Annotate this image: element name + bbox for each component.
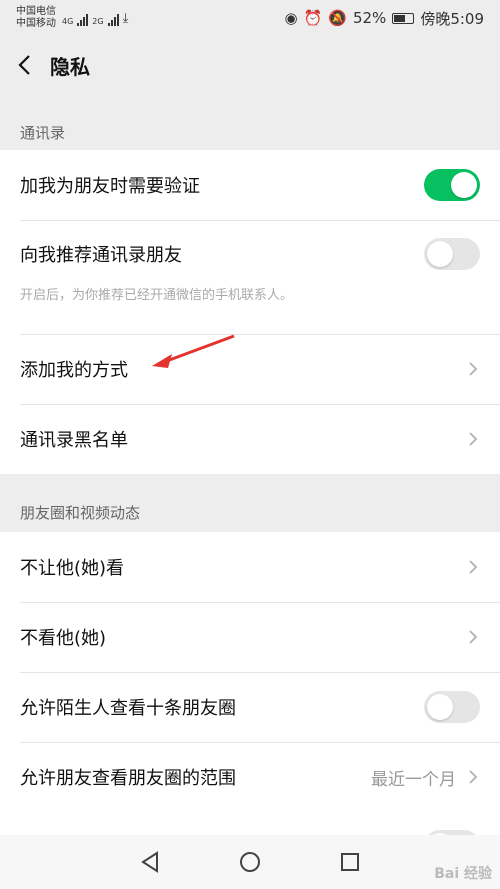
chevron-right-icon xyxy=(469,560,478,574)
moments-group: 不让他(她)看 不看他(她) 允许陌生人查看十条朋友圈 允许朋友查看朋友圈的范围… xyxy=(0,532,500,812)
recommend-row[interactable]: 向我推荐通讯录朋友 开启后，为你推荐已经开通微信的手机联系人。 xyxy=(0,220,500,334)
mute-icon: 🔕 xyxy=(328,9,347,27)
nav-home-icon[interactable] xyxy=(238,850,262,874)
stranger-ten-label: 允许陌生人查看十条朋友圈 xyxy=(20,698,236,719)
toggle-knob xyxy=(427,694,453,720)
status-left: 中国电信 中国移动 4G 2G ⤓ xyxy=(16,6,128,30)
system-nav-bar xyxy=(0,835,500,889)
nav-back-icon[interactable] xyxy=(138,850,162,874)
status-bar: 中国电信 中国移动 4G 2G ⤓ ◉ ⏰ 🔕 52% 傍晚5:09 xyxy=(0,0,500,36)
stranger-ten-row[interactable]: 允许陌生人查看十条朋友圈 xyxy=(0,672,500,742)
status-right: ◉ ⏰ 🔕 52% 傍晚5:09 xyxy=(285,8,485,29)
clock: 傍晚5:09 xyxy=(420,9,484,28)
signal-icon xyxy=(107,13,119,26)
nav-recents-icon[interactable] xyxy=(338,850,362,874)
chevron-right-icon xyxy=(469,432,478,446)
hide-from-label: 不让他(她)看 xyxy=(20,558,125,579)
blacklist-label: 通讯录黑名单 xyxy=(20,430,128,451)
hide-row[interactable]: 不看他(她) xyxy=(0,602,500,672)
contacts-group: 加我为朋友时需要验证 向我推荐通讯录朋友 开启后，为你推荐已经开通微信的手机联系… xyxy=(0,150,500,474)
annotation-arrow-icon xyxy=(152,334,235,368)
chevron-right-icon xyxy=(469,362,478,376)
back-button[interactable] xyxy=(0,36,48,94)
stranger-ten-toggle[interactable] xyxy=(424,691,480,723)
add-methods-row[interactable]: 添加我的方式 xyxy=(0,334,500,404)
alarm-icon: ⏰ xyxy=(303,9,323,27)
battery-icon xyxy=(392,12,415,24)
page-title: 隐私 xyxy=(50,54,90,79)
carrier-2: 中国移动 xyxy=(16,18,56,29)
verify-toggle[interactable] xyxy=(424,169,480,201)
range-label: 允许朋友查看朋友圈的范围 xyxy=(20,768,236,789)
download-icon: ⤓ xyxy=(122,10,129,26)
next-row-partial xyxy=(0,812,500,835)
verify-label: 加我为朋友时需要验证 xyxy=(20,176,200,197)
chevron-right-icon xyxy=(469,630,478,644)
title-bar: 隐私 xyxy=(0,36,500,94)
toggle-knob xyxy=(427,241,453,267)
battery-percent: 52% xyxy=(352,9,387,27)
network-1: 4G xyxy=(62,16,74,26)
recommend-toggle[interactable] xyxy=(424,238,480,270)
toggle-knob xyxy=(451,172,477,198)
eye-icon: ◉ xyxy=(284,9,298,27)
hide-from-row[interactable]: 不让他(她)看 xyxy=(0,532,500,602)
hide-label: 不看他(她) xyxy=(20,628,107,649)
range-value: 最近一个月 xyxy=(371,769,456,790)
recommend-label: 向我推荐通讯录朋友 xyxy=(20,245,182,266)
blacklist-row[interactable]: 通讯录黑名单 xyxy=(0,404,500,474)
chevron-right-icon xyxy=(469,770,478,784)
recommend-description: 开启后，为你推荐已经开通微信的手机联系人。 xyxy=(20,288,294,303)
signal-group: 4G 2G ⤓ xyxy=(62,11,128,26)
verify-row[interactable]: 加我为朋友时需要验证 xyxy=(0,150,500,220)
network-2: 2G xyxy=(92,16,104,26)
add-methods-label: 添加我的方式 xyxy=(20,360,128,381)
signal-icon xyxy=(77,13,89,26)
back-arrow-icon xyxy=(18,55,30,75)
watermark: Bai 经验 xyxy=(434,866,492,882)
carriers: 中国电信 中国移动 xyxy=(16,6,56,30)
range-row[interactable]: 允许朋友查看朋友圈的范围 最近一个月 xyxy=(0,742,500,812)
carrier-1: 中国电信 xyxy=(16,6,56,17)
